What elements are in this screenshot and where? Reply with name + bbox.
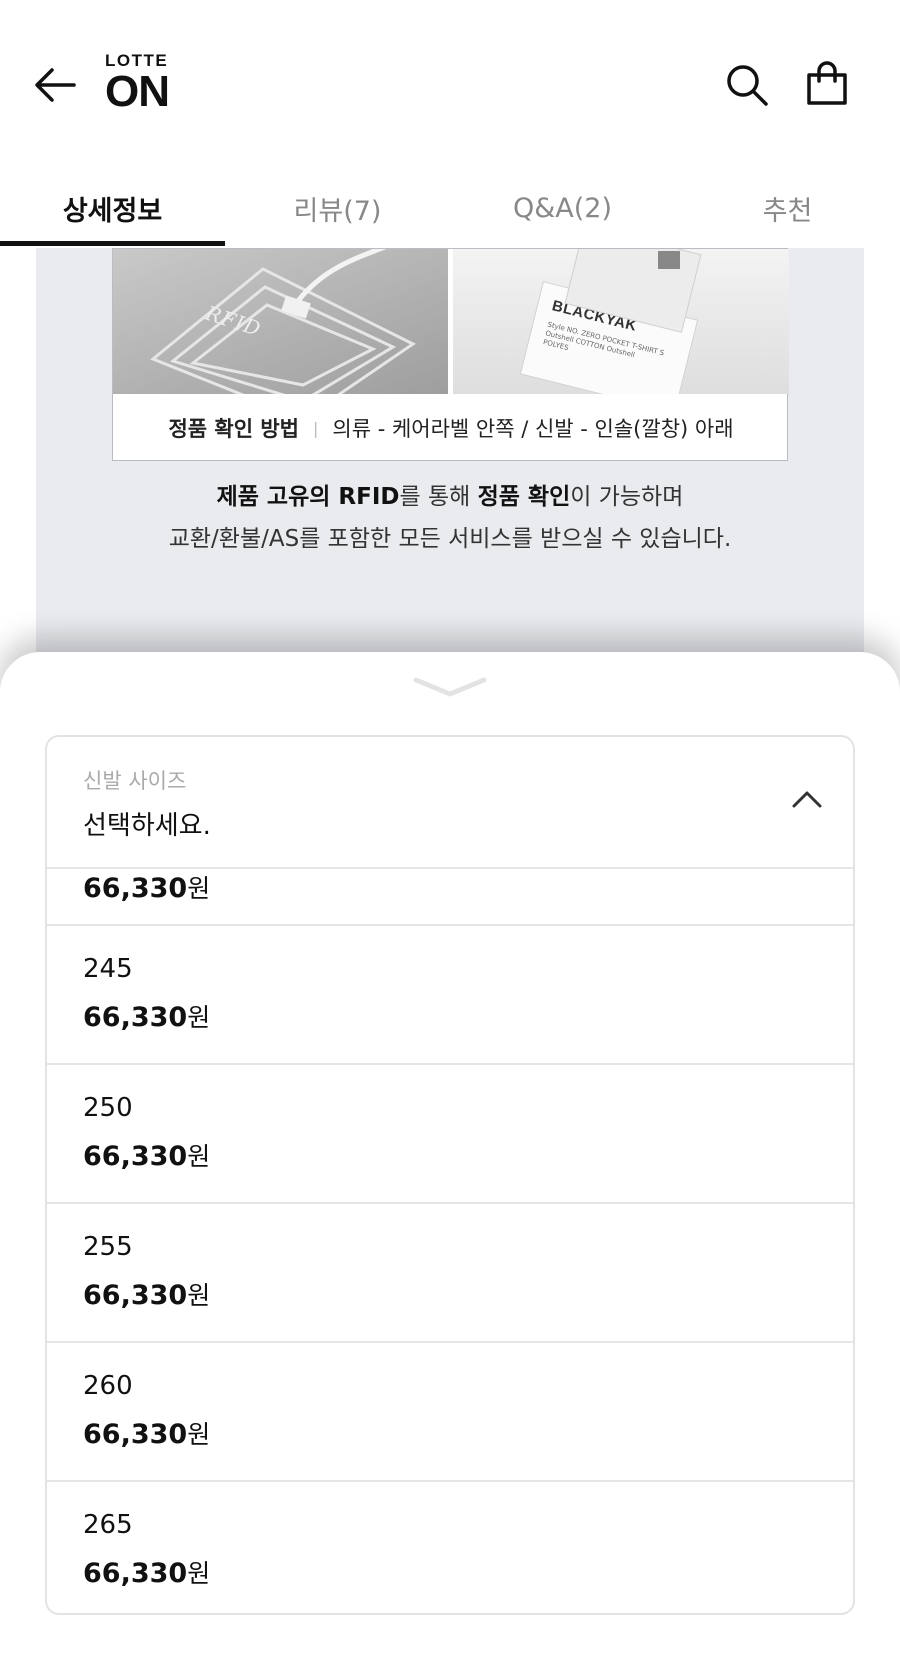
caption-key: 정품 확인 방법 xyxy=(168,417,299,441)
select-value: 선택하세요. xyxy=(83,811,211,841)
sheet-close-handle[interactable] xyxy=(412,676,488,698)
authenticity-image-frame: RFID BLACKYAK Style NO. ZERO POCKET T-SH… xyxy=(112,248,789,462)
tab-reviews[interactable]: 리뷰(7) xyxy=(225,168,450,248)
option-price-unit: 원 xyxy=(187,1559,211,1588)
back-button[interactable] xyxy=(30,60,80,110)
option-size: 255 xyxy=(83,1232,133,1262)
description-line-1: 제품 고유의 RFID를 통해 정품 확인이 가능하며 xyxy=(36,476,864,518)
shopping-bag-icon xyxy=(807,61,847,105)
description-plain-b: 이 가능하며 xyxy=(570,484,684,510)
size-option[interactable]: 265 66,330원 xyxy=(47,1482,853,1613)
app-header: LOTTE ON xyxy=(0,0,900,168)
care-label-image: BLACKYAK Style NO. ZERO POCKET T-SHIRT S… xyxy=(453,249,789,394)
option-price-unit: 원 xyxy=(187,1142,211,1171)
authenticity-caption: 정품 확인 방법 | 의류 - 케어라벨 안쪽 / 신발 - 인솔(깔창) 아래 xyxy=(113,394,789,462)
select-collapse-button[interactable] xyxy=(787,781,827,817)
select-label: 신발 사이즈 xyxy=(83,769,187,793)
description-bold-rfid: 제품 고유의 RFID xyxy=(216,484,400,510)
option-price: 66,330원 xyxy=(83,1554,210,1590)
option-price-unit: 원 xyxy=(187,1420,211,1449)
option-price-unit: 원 xyxy=(187,1281,211,1310)
shoe-size-select: 신발 사이즈 선택하세요. 66,330원 245 66,330원 250 66… xyxy=(45,735,855,1615)
option-price: 66,330원 xyxy=(83,998,210,1034)
option-price-amount: 66,330 xyxy=(83,1141,188,1172)
cart-button[interactable] xyxy=(802,58,852,110)
logo-main-text: ON xyxy=(105,67,170,116)
size-option-list: 66,330원 245 66,330원 250 66,330원 255 66,3… xyxy=(47,869,853,1613)
option-price: 66,330원 xyxy=(83,869,210,905)
lotte-on-logo[interactable]: LOTTE ON xyxy=(105,52,185,114)
option-size: 260 xyxy=(83,1371,133,1401)
authenticity-description: 제품 고유의 RFID를 통해 정품 확인이 가능하며 교환/환불/AS를 포함… xyxy=(36,476,864,560)
chevron-up-icon xyxy=(792,791,822,808)
option-price-unit: 원 xyxy=(187,1003,211,1032)
option-price-amount: 66,330 xyxy=(83,1280,188,1311)
option-price: 66,330원 xyxy=(83,1137,210,1173)
tab-qna[interactable]: Q&A(2) xyxy=(450,168,675,248)
caption-separator: | xyxy=(313,418,319,438)
option-size: 265 xyxy=(83,1510,133,1540)
size-option[interactable]: 66,330원 xyxy=(47,869,853,926)
rfid-tag-image: RFID xyxy=(113,249,448,394)
size-option[interactable]: 250 66,330원 xyxy=(47,1065,853,1204)
search-button[interactable] xyxy=(722,60,772,110)
option-price: 66,330원 xyxy=(83,1276,210,1312)
option-price-amount: 66,330 xyxy=(83,1558,188,1589)
option-size: 250 xyxy=(83,1093,133,1123)
option-bottom-sheet: 신발 사이즈 선택하세요. 66,330원 245 66,330원 250 66… xyxy=(0,652,900,1673)
select-header[interactable]: 신발 사이즈 선택하세요. xyxy=(47,737,853,869)
size-option[interactable]: 245 66,330원 xyxy=(47,926,853,1065)
chevron-down-icon xyxy=(413,677,487,697)
option-size: 245 xyxy=(83,954,133,984)
option-price-amount: 66,330 xyxy=(83,1002,188,1033)
search-icon xyxy=(727,65,768,106)
tab-detail-info[interactable]: 상세정보 xyxy=(0,168,225,248)
option-price-amount: 66,330 xyxy=(83,1419,188,1450)
arrow-left-icon xyxy=(35,68,76,102)
option-price-amount: 66,330 xyxy=(83,873,188,904)
option-price: 66,330원 xyxy=(83,1415,210,1451)
option-price-unit: 원 xyxy=(187,874,211,903)
product-tabs: 상세정보 리뷰(7) Q&A(2) 추천 xyxy=(0,168,900,248)
description-line-2: 교환/환불/AS를 포함한 모든 서비스를 받으실 수 있습니다. xyxy=(168,526,732,552)
size-option[interactable]: 255 66,330원 xyxy=(47,1204,853,1343)
size-option[interactable]: 260 66,330원 xyxy=(47,1343,853,1482)
description-bold-verify: 정품 확인 xyxy=(477,484,571,510)
product-detail-area: RFID BLACKYAK Style NO. ZERO POCKET T-SH… xyxy=(36,248,864,668)
description-plain-a: 를 통해 xyxy=(399,484,478,510)
tab-recommend[interactable]: 추천 xyxy=(675,168,900,248)
caption-value: 의류 - 케어라벨 안쪽 / 신발 - 인솔(깔창) 아래 xyxy=(332,417,734,441)
